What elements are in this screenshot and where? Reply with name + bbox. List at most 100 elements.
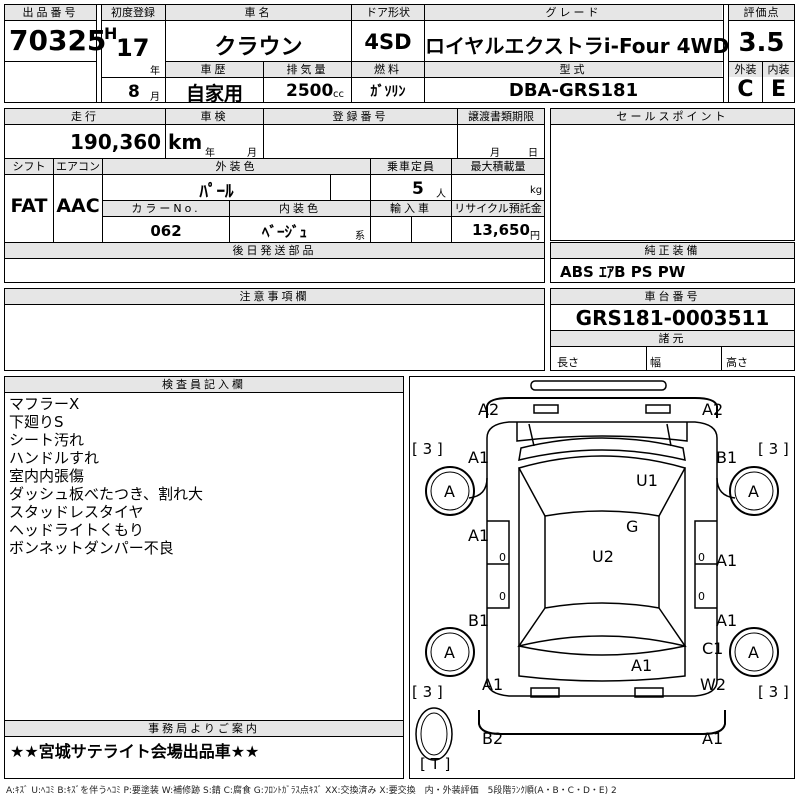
inspection-month-unit: 月 — [247, 148, 257, 159]
mark-u1: U1 — [636, 471, 658, 490]
year-unit: 年 — [150, 66, 160, 77]
interior-value: E — [770, 77, 787, 102]
mileage-label: 走行 — [5, 109, 165, 124]
note-line: スタッドレスタイヤ — [9, 503, 144, 521]
genuine-value: ABS ｴｱB PS PW — [560, 263, 686, 281]
tire-tread-fl: [ 3 ] — [412, 440, 443, 458]
mark-zero-l1: 0 — [499, 551, 506, 564]
inspector-notes: マフラーX 下廻りS シート汚れ ハンドルすれ 室内内張傷 ダッシュ板べたつき、… — [9, 395, 399, 557]
model-label: 型式 — [425, 62, 722, 77]
mark-zero-r1: 0 — [698, 551, 705, 564]
mark-w2: W2 — [700, 675, 726, 694]
length-label: 長さ — [557, 356, 579, 369]
model-value: DBA-GRS181 — [508, 80, 639, 101]
reg-month: 8 — [128, 82, 140, 102]
note-line: 下廻りS — [9, 413, 64, 431]
genuine-label: 純正装備 — [551, 243, 794, 258]
score-value: 3.5 — [738, 28, 785, 58]
history-value: 自家用 — [185, 83, 243, 105]
int-color-suffix: 系 — [355, 231, 365, 242]
mark-wheel-fl: A — [444, 482, 455, 501]
month-unit: 月 — [150, 92, 160, 103]
inspector-label: 検査員記入欄 — [5, 377, 403, 392]
mark-a1-rear: A1 — [702, 729, 724, 748]
door-label: ドア形状 — [352, 5, 424, 20]
mark-wheel-rr: A — [748, 643, 759, 662]
mark-zero-l2: 0 — [499, 590, 506, 603]
capacity-label: 乗車定員 — [371, 159, 451, 174]
mark-a1-left-door1: A1 — [468, 526, 490, 545]
inspection-label: 車検 — [166, 109, 263, 124]
lot-label: 出品番号 — [5, 5, 96, 20]
caution-label: 注意事項欄 — [5, 289, 544, 304]
car-name-label: 車名 — [166, 5, 351, 20]
color-no-label: カラーNo. — [103, 201, 229, 216]
reg-year: 17 — [116, 34, 150, 62]
capacity-unit: 人 — [436, 189, 446, 200]
tire-tread-fr: [ 3 ] — [758, 440, 789, 458]
height-label: 高さ — [726, 356, 748, 369]
car-name: クラウン — [214, 35, 303, 60]
fuel-value: ｶﾞｿﾘﾝ — [370, 84, 406, 100]
displacement-label: 排気量 — [264, 62, 351, 77]
mileage-value: 190,360 km — [70, 130, 203, 154]
car-body-diagram — [415, 380, 779, 761]
first-reg-label: 初度登録 — [101, 5, 165, 20]
mark-b2: B2 — [482, 729, 504, 748]
mark-zero-r2: 0 — [698, 590, 705, 603]
mark-wheel-rl: A — [444, 643, 455, 662]
width-label: 幅 — [650, 356, 661, 369]
office-label: 事務局よりご案内 — [5, 721, 403, 736]
history-label: 車歴 — [166, 62, 263, 77]
displacement-value: 2500 — [286, 81, 334, 101]
ac-value: AAC — [56, 195, 100, 217]
note-line: ダッシュ板べたつき、割れ大 — [9, 485, 203, 503]
mark-b1-fr: B1 — [716, 448, 738, 467]
fuel-label: 燃料 — [352, 62, 424, 77]
tire-tread-rl: [ 3 ] — [412, 683, 443, 701]
displacement-unit: cc — [333, 89, 344, 100]
transfer-day-unit: 日 — [528, 148, 538, 159]
int-color-value: ﾍﾞｰｼﾞｭ — [262, 223, 308, 241]
exterior-label: 外装 — [729, 62, 762, 77]
mark-a2-left: A2 — [478, 400, 500, 419]
mark-a1-roof-rear: A1 — [631, 656, 653, 675]
ext-color-value: ﾊﾟｰﾙ — [199, 182, 234, 202]
mark-a1-right-door1: A1 — [716, 551, 738, 570]
sales-points-box — [550, 108, 795, 241]
legend-text: A:ｷｽﾞ U:ﾍｺﾐ B:ｷｽﾞを伴うﾍｺﾐ P:要塗装 W:補修跡 S:錆 … — [6, 786, 617, 796]
note-line: マフラーX — [9, 395, 80, 413]
mark-u2: U2 — [592, 547, 614, 566]
interior-label: 内装 — [763, 62, 794, 77]
office-value: ★★宮城サテライト会場出品車★★ — [10, 742, 260, 761]
max-load-label: 最大積載量 — [452, 159, 544, 174]
mark-a1-fl: A1 — [468, 448, 490, 467]
chassis-value: GRS181-0003511 — [575, 306, 770, 330]
later-parts-label: 後日発送部品 — [5, 243, 544, 258]
shift-value: FAT — [10, 195, 48, 217]
recycle-unit: 円 — [530, 231, 540, 242]
recycle-label: リサイクル預託金 — [452, 201, 544, 216]
mark-a1-rl: A1 — [482, 675, 504, 694]
ext-color-label: 外装色 — [103, 159, 370, 174]
door-value: 4SD — [364, 30, 412, 54]
reg-no-label: 登録番号 — [264, 109, 457, 124]
chassis-label: 車台番号 — [551, 289, 794, 304]
specs-label: 諸元 — [551, 331, 794, 346]
transfer-month-unit: 月 — [490, 148, 500, 159]
mark-c1: C1 — [702, 639, 724, 658]
mark-a2-right: A2 — [702, 400, 724, 419]
lot-number: 70325 — [9, 24, 107, 57]
mark-a1-right-door2: A1 — [716, 611, 738, 630]
transfer-label: 譲渡書類期限 — [458, 109, 544, 124]
note-line: シート汚れ — [9, 431, 85, 449]
spare-tire-mark: [ T ] — [420, 755, 451, 773]
score-label: 評価点 — [729, 5, 794, 20]
note-line: ボンネットダンパー不良 — [9, 539, 174, 557]
color-no-value: 062 — [150, 222, 182, 240]
mark-b1-left-door2: B1 — [468, 611, 490, 630]
note-line: 室内内張傷 — [9, 467, 85, 485]
sales-points-label: セールスポイント — [551, 109, 794, 124]
grade-label: グレード — [425, 5, 722, 20]
recycle-value: 13,650 — [472, 221, 530, 239]
